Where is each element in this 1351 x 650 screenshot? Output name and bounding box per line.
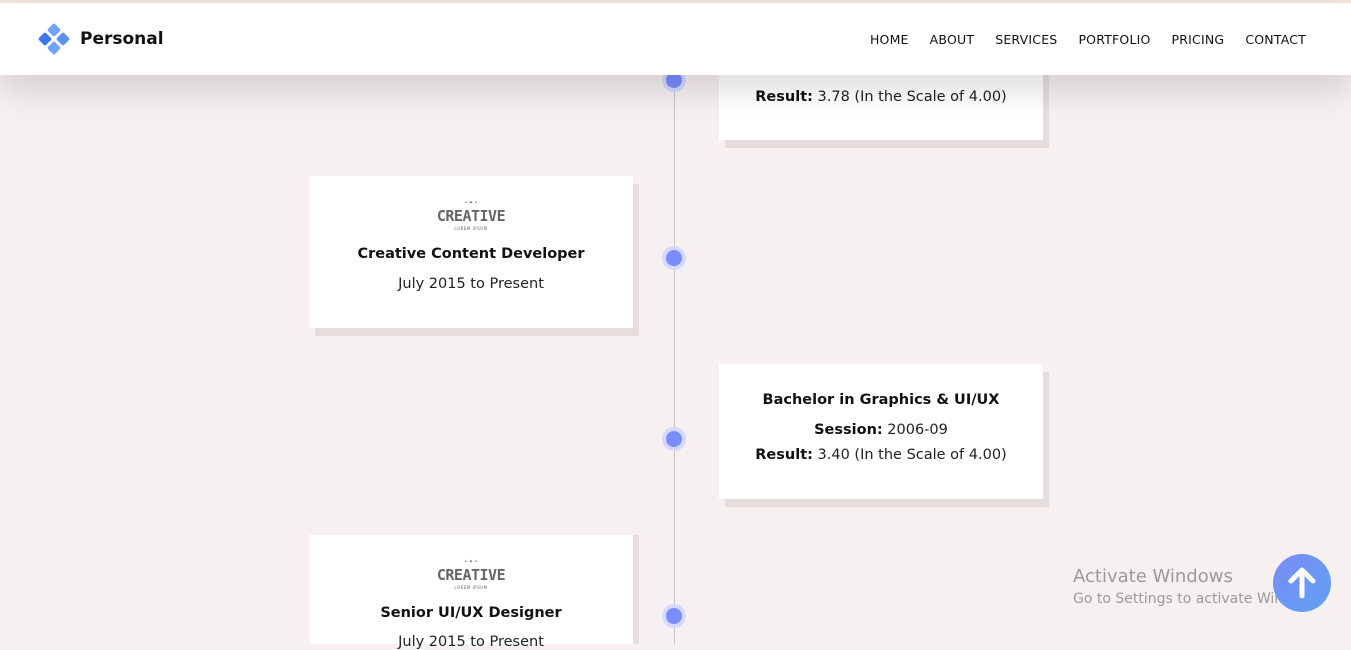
session-value: 2006-09 — [887, 422, 948, 438]
menu-item-pricing[interactable]: PRICING — [1172, 32, 1225, 47]
scroll-to-top-button[interactable] — [1273, 554, 1331, 612]
timeline-dot — [666, 431, 682, 447]
logo-stars: • ✦ • — [464, 559, 478, 565]
result-label: Result: — [755, 447, 813, 463]
logo-subtext: LOREM IPSUM — [454, 585, 488, 590]
job-period: July 2015 to Present — [398, 276, 544, 292]
result-value: 3.78 (In the Scale of 4.00) — [817, 89, 1007, 105]
logo-text: CREATIVE — [436, 207, 506, 225]
logo-subtext: LOREM IPSUM — [454, 226, 488, 231]
timeline-card-education: Bachelor in Graphics & UI/UX Session: 20… — [719, 364, 1043, 499]
menu-item-services[interactable]: SERVICES — [995, 32, 1057, 47]
result-line: Result: 3.40 (In the Scale of 4.00) — [719, 447, 1043, 463]
navbar: Personal HOME ABOUT SERVICES PORTFOLIO P… — [0, 3, 1351, 75]
menu-item-home[interactable]: HOME — [870, 32, 909, 47]
logo-text: CREATIVE — [436, 566, 506, 584]
menu-item-about[interactable]: ABOUT — [930, 32, 975, 47]
company-logo: • ✦ • CREATIVE LOREM IPSUM — [436, 200, 506, 234]
timeline-card-experience: • ✦ • CREATIVE LOREM IPSUM Creative Cont… — [309, 176, 633, 328]
degree-title: Bachelor in Graphics & UI/UX — [762, 392, 1000, 408]
brand[interactable]: Personal — [37, 22, 164, 56]
main-menu: HOME ABOUT SERVICES PORTFOLIO PRICING CO… — [870, 32, 1306, 47]
result-label: Result: — [755, 89, 813, 105]
timeline-dot — [666, 250, 682, 266]
timeline-dot — [666, 608, 682, 624]
job-title: Senior UI/UX Designer — [380, 605, 562, 621]
result-value: 3.40 (In the Scale of 4.00) — [817, 447, 1007, 463]
result-line: Result: 3.78 (In the Scale of 4.00) — [719, 89, 1043, 105]
timeline-line — [674, 75, 675, 644]
menu-item-portfolio[interactable]: PORTFOLIO — [1078, 32, 1150, 47]
arrow-up-icon — [1288, 567, 1316, 599]
session-line: Session: 2006-09 — [719, 422, 1043, 438]
brand-name: Personal — [80, 29, 164, 49]
company-logo: • ✦ • CREATIVE LOREM IPSUM — [436, 559, 506, 593]
logo-stars: • ✦ • — [464, 200, 478, 206]
job-title: Creative Content Developer — [357, 246, 585, 262]
diamond-cluster-icon — [37, 22, 71, 56]
timeline-card-experience: • ✦ • CREATIVE LOREM IPSUM Senior UI/UX … — [309, 535, 633, 650]
job-period: July 2015 to Present — [398, 634, 544, 650]
menu-item-contact[interactable]: CONTACT — [1245, 32, 1306, 47]
session-label: Session: — [814, 422, 883, 438]
